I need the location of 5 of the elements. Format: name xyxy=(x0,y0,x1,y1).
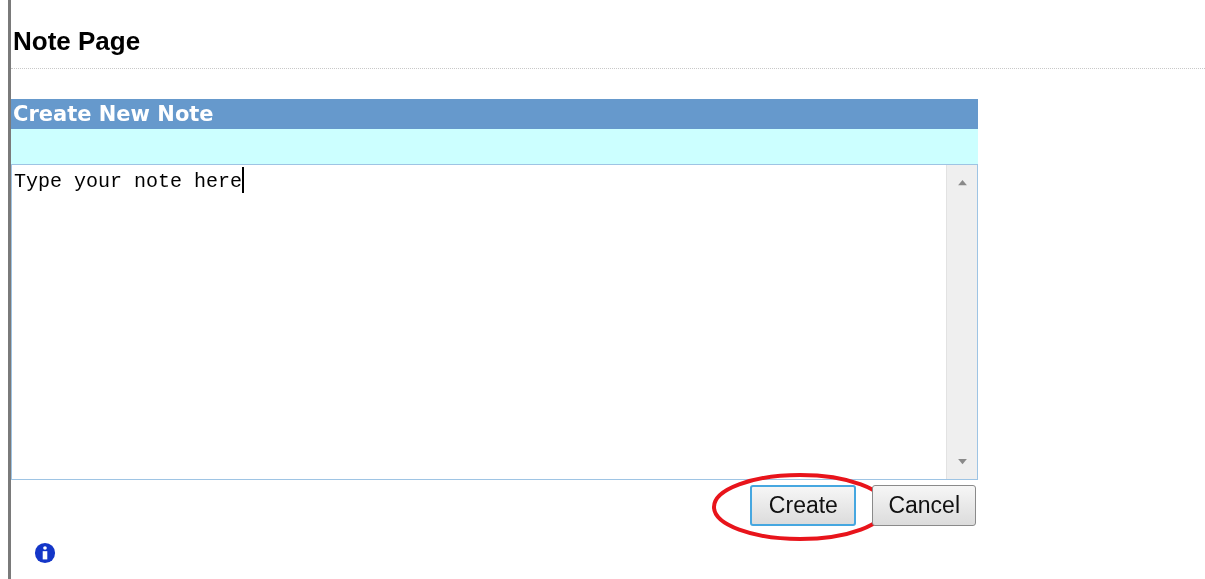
info-icon[interactable] xyxy=(34,542,56,564)
cancel-button[interactable]: Cancel xyxy=(872,485,976,526)
page-title: Note Page xyxy=(13,25,142,58)
panel-header: Create New Note xyxy=(11,99,978,129)
create-button[interactable]: Create xyxy=(750,485,857,526)
